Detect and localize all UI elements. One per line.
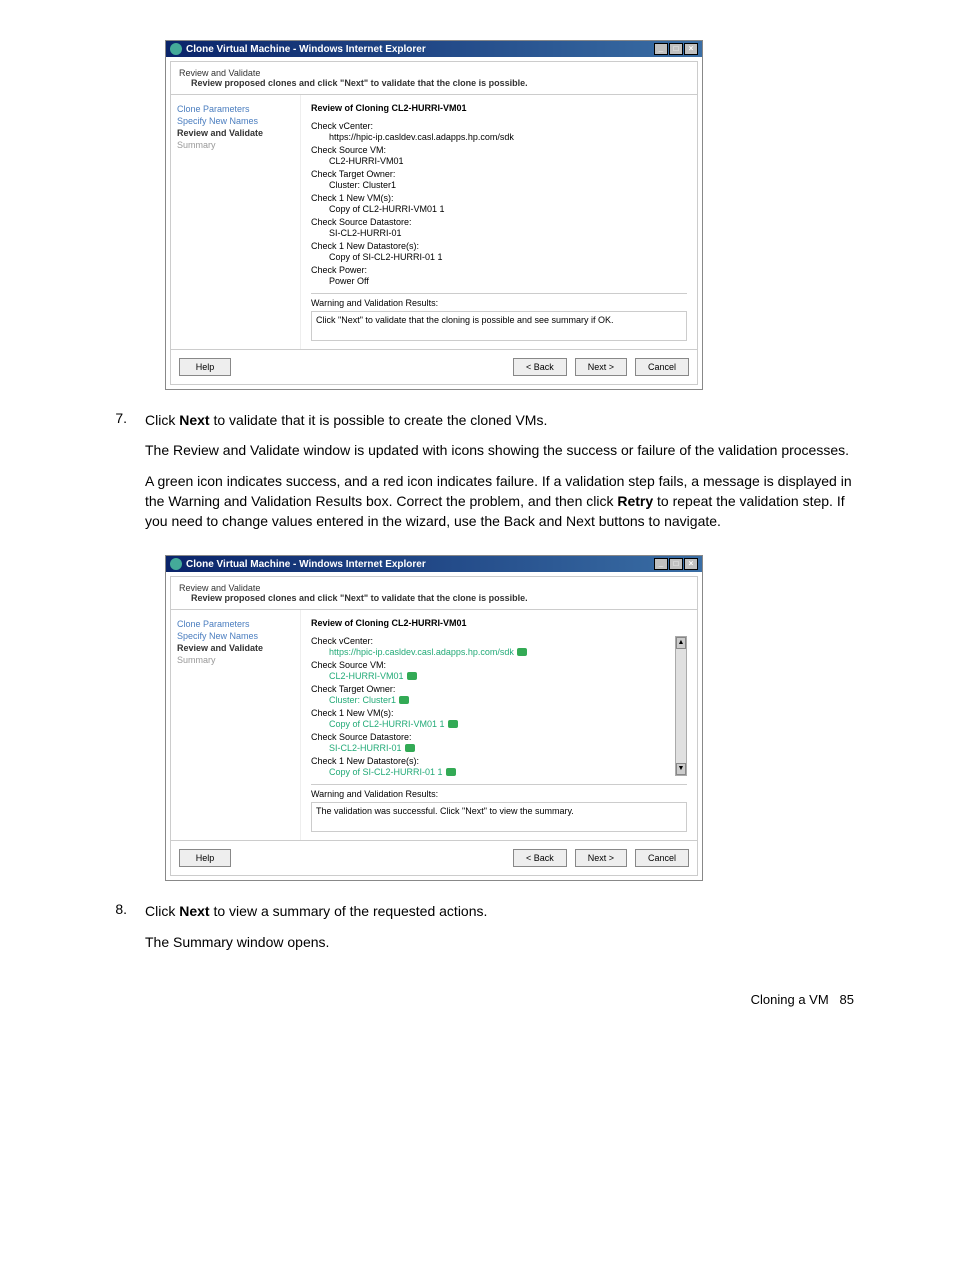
review-title: Review of Cloning CL2-HURRI-VM01 xyxy=(311,618,687,628)
maximize-button[interactable]: □ xyxy=(669,558,683,570)
window-title: Clone Virtual Machine - Windows Internet… xyxy=(186,559,426,570)
check-label: Check 1 New Datastore(s): xyxy=(311,756,675,766)
maximize-button[interactable]: □ xyxy=(669,43,683,55)
back-button[interactable]: < Back xyxy=(513,358,567,376)
check-label: Check vCenter: xyxy=(311,636,675,646)
check-label: Check Source Datastore: xyxy=(311,732,675,742)
step-8-p1: Click Next to view a summary of the requ… xyxy=(145,901,859,921)
header-title: Review and Validate xyxy=(179,68,689,78)
sidebar-item-review-validate[interactable]: Review and Validate xyxy=(177,642,294,654)
check-value: Cluster: Cluster1 xyxy=(329,180,687,190)
window-controls: _ □ × xyxy=(654,43,698,55)
check-value: Cluster: Cluster1 xyxy=(329,695,675,705)
review-title: Review of Cloning CL2-HURRI-VM01 xyxy=(311,103,687,113)
next-button[interactable]: Next > xyxy=(575,358,627,376)
warning-label: Warning and Validation Results: xyxy=(311,298,687,308)
titlebar: Clone Virtual Machine - Windows Internet… xyxy=(166,41,702,57)
step-8-p2: The Summary window opens. xyxy=(145,932,859,952)
page-footer: Cloning a VM 85 xyxy=(95,992,859,1007)
back-button[interactable]: < Back xyxy=(513,849,567,867)
sidebar-item-specify-names[interactable]: Specify New Names xyxy=(177,115,294,127)
sidebar-item-summary: Summary xyxy=(177,139,294,151)
warning-box: Click "Next" to validate that the clonin… xyxy=(311,311,687,341)
check-value: https://hpic-ip.casldev.casl.adapps.hp.c… xyxy=(329,132,687,142)
step-7: 7. Click Next to validate that it is pos… xyxy=(95,410,859,541)
window-controls: _ □ × xyxy=(654,558,698,570)
help-button[interactable]: Help xyxy=(179,849,231,867)
check-value: SI-CL2-HURRI-01 xyxy=(329,743,675,753)
check-value: https://hpic-ip.casldev.casl.adapps.hp.c… xyxy=(329,647,675,657)
window-title: Clone Virtual Machine - Windows Internet… xyxy=(186,44,426,55)
check-value: CL2-HURRI-VM01 xyxy=(329,156,687,166)
sidebar-item-summary: Summary xyxy=(177,654,294,666)
check-value: Power Off xyxy=(329,276,687,286)
sidebar-item-clone-parameters[interactable]: Clone Parameters xyxy=(177,103,294,115)
scrollbar[interactable]: ▲ ▼ xyxy=(675,636,687,776)
step-7-p3: A green icon indicates success, and a re… xyxy=(145,471,859,532)
ie-icon xyxy=(170,558,182,570)
check-list: Check vCenter: https://hpic-ip.casldev.c… xyxy=(311,121,687,294)
scroll-down-icon[interactable]: ▼ xyxy=(676,763,686,775)
header-subtitle: Review proposed clones and click "Next" … xyxy=(179,593,689,603)
success-icon xyxy=(517,648,527,656)
minimize-button[interactable]: _ xyxy=(654,43,668,55)
header-title: Review and Validate xyxy=(179,583,689,593)
ie-icon xyxy=(170,43,182,55)
success-icon xyxy=(399,696,409,704)
success-icon xyxy=(448,720,458,728)
check-label: Check 1 New Datastore(s): xyxy=(311,241,687,251)
step-8: 8. Click Next to view a summary of the r… xyxy=(95,901,859,962)
wizard-sidebar: Clone Parameters Specify New Names Revie… xyxy=(171,610,301,840)
step-number: 7. xyxy=(95,410,145,541)
dialog-review-validate-2: Clone Virtual Machine - Windows Internet… xyxy=(165,555,703,881)
content-pane: Review of Cloning CL2-HURRI-VM01 Check v… xyxy=(301,95,697,349)
check-label: Check Target Owner: xyxy=(311,169,687,179)
check-value: Copy of CL2-HURRI-VM01 1 xyxy=(329,204,687,214)
page-number: 85 xyxy=(840,992,854,1007)
check-label: Check Target Owner: xyxy=(311,684,675,694)
step-number: 8. xyxy=(95,901,145,962)
titlebar: Clone Virtual Machine - Windows Internet… xyxy=(166,556,702,572)
close-button[interactable]: × xyxy=(684,43,698,55)
check-list: Check vCenter: https://hpic-ip.casldev.c… xyxy=(311,636,687,785)
dialog-review-validate-1: Clone Virtual Machine - Windows Internet… xyxy=(165,40,703,390)
check-value: SI-CL2-HURRI-01 xyxy=(329,228,687,238)
check-label: Check 1 New VM(s): xyxy=(311,708,675,718)
next-button[interactable]: Next > xyxy=(575,849,627,867)
check-label: Check 1 New VM(s): xyxy=(311,193,687,203)
dialog-footer: Help < Back Next > Cancel xyxy=(171,840,697,875)
success-icon xyxy=(407,672,417,680)
wizard-sidebar: Clone Parameters Specify New Names Revie… xyxy=(171,95,301,349)
sidebar-item-review-validate[interactable]: Review and Validate xyxy=(177,127,294,139)
content-pane: Review of Cloning CL2-HURRI-VM01 Check v… xyxy=(301,610,697,840)
check-value: CL2-HURRI-VM01 xyxy=(329,671,675,681)
check-value: Copy of SI-CL2-HURRI-01 1 xyxy=(329,767,675,777)
cancel-button[interactable]: Cancel xyxy=(635,849,689,867)
header-subtitle: Review proposed clones and click "Next" … xyxy=(179,78,689,88)
check-label: Check vCenter: xyxy=(311,121,687,131)
sidebar-item-specify-names[interactable]: Specify New Names xyxy=(177,630,294,642)
success-icon xyxy=(446,768,456,776)
warning-label: Warning and Validation Results: xyxy=(311,789,687,799)
minimize-button[interactable]: _ xyxy=(654,558,668,570)
check-value: Copy of CL2-HURRI-VM01 1 xyxy=(329,719,675,729)
dialog-header: Review and Validate Review proposed clon… xyxy=(171,62,697,95)
close-button[interactable]: × xyxy=(684,558,698,570)
help-button[interactable]: Help xyxy=(179,358,231,376)
scroll-up-icon[interactable]: ▲ xyxy=(676,637,686,649)
cancel-button[interactable]: Cancel xyxy=(635,358,689,376)
sidebar-item-clone-parameters[interactable]: Clone Parameters xyxy=(177,618,294,630)
check-label: Check Source Datastore: xyxy=(311,217,687,227)
success-icon xyxy=(405,744,415,752)
step-7-p1: Click Next to validate that it is possib… xyxy=(145,410,859,430)
check-label: Check Source VM: xyxy=(311,660,675,670)
warning-box: The validation was successful. Click "Ne… xyxy=(311,802,687,832)
check-label: Check Source VM: xyxy=(311,145,687,155)
check-value: Copy of SI-CL2-HURRI-01 1 xyxy=(329,252,687,262)
step-7-p2: The Review and Validate window is update… xyxy=(145,440,859,460)
dialog-header: Review and Validate Review proposed clon… xyxy=(171,577,697,610)
check-label: Check Power: xyxy=(311,265,687,275)
footer-label: Cloning a VM xyxy=(751,992,829,1007)
dialog-footer: Help < Back Next > Cancel xyxy=(171,349,697,384)
